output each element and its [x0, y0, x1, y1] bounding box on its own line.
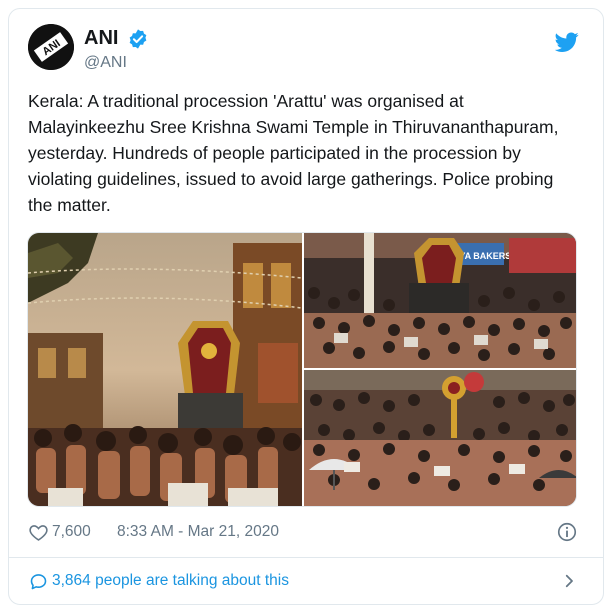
- author-handle[interactable]: @ANI: [84, 54, 127, 72]
- twitter-bird-icon[interactable]: [555, 30, 579, 54]
- divider: [8, 557, 604, 558]
- author-avatar[interactable]: ANI: [28, 24, 74, 70]
- photo-crowd-umbrellas[interactable]: [304, 370, 577, 507]
- tweet-meta: 7,600 8:33 AM - Mar 21, 2020: [28, 520, 580, 544]
- tweet-timestamp[interactable]: 8:33 AM - Mar 21, 2020: [117, 523, 279, 541]
- photo-crowd-street[interactable]: ARYA BAKERS: [304, 233, 577, 368]
- chevron-right-icon[interactable]: [560, 572, 578, 590]
- ani-logo: ANI: [28, 24, 74, 70]
- tweet-text: Kerala: A traditional procession 'Arattu…: [28, 91, 559, 215]
- author-name[interactable]: ANI: [84, 27, 118, 50]
- speech-bubble-icon: [30, 574, 47, 590]
- conversation-link[interactable]: 3,864 people are talking about this: [28, 568, 580, 594]
- info-icon[interactable]: [556, 521, 578, 543]
- like-count[interactable]: 7,600: [52, 523, 91, 541]
- photo-procession-dusk[interactable]: [28, 233, 302, 507]
- media-grid[interactable]: ARYA BAKERS: [27, 232, 577, 507]
- conversation-text[interactable]: 3,864 people are talking about this: [52, 572, 289, 590]
- heart-icon[interactable]: [28, 522, 49, 543]
- verified-badge-icon: [129, 29, 147, 49]
